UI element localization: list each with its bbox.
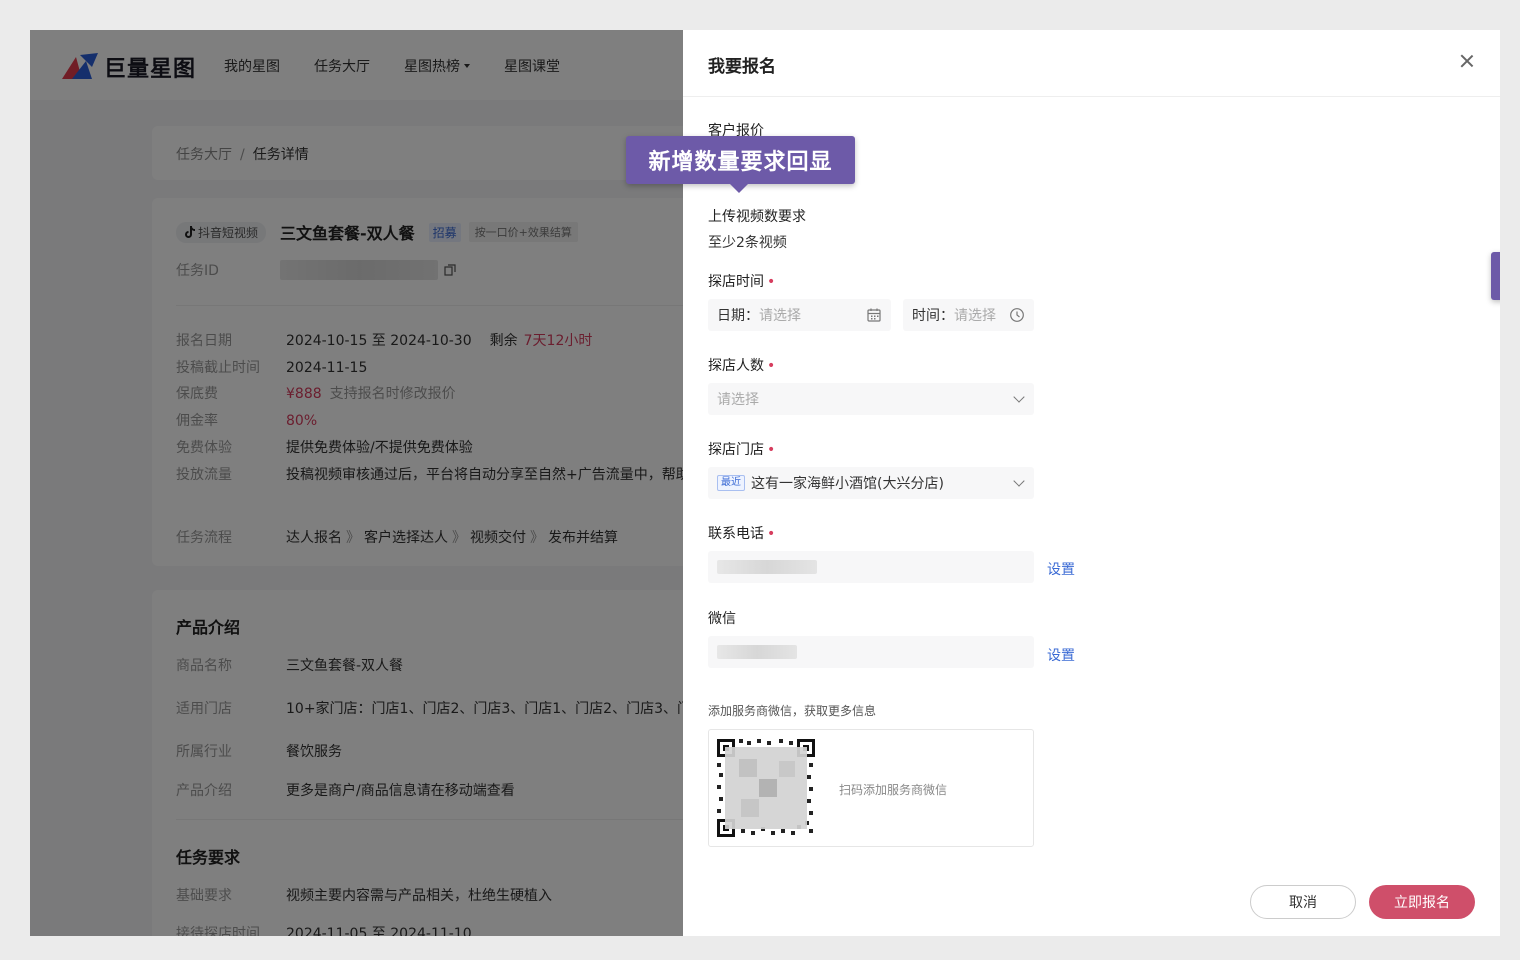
store-value: 这有一家海鲜小酒馆(大兴分店) [751, 476, 944, 492]
qr-code-icon [717, 739, 815, 837]
service-hint: 添加服务商微信，获取更多信息 [708, 704, 877, 718]
visit-time-label: 探店时间 • [708, 271, 775, 291]
submit-button[interactable]: 立即报名 [1369, 885, 1475, 919]
annotation-callout-side: 新 [1491, 252, 1500, 300]
phone-set-link[interactable]: 设置 [1047, 559, 1075, 579]
date-picker[interactable]: 日期： 请选择 [708, 299, 891, 331]
qr-caption: 扫码添加服务商微信 [839, 783, 948, 797]
required-mark: • [767, 442, 776, 458]
drawer-header: 我要报名 [683, 30, 1500, 97]
close-icon[interactable] [1460, 54, 1474, 68]
qr-card: 扫码添加服务商微信 [708, 729, 1034, 847]
chevron-down-icon [1013, 475, 1025, 487]
store-label-text: 探店门店 [708, 442, 764, 458]
required-mark: • [767, 358, 776, 374]
visitors-select[interactable]: 请选择 [708, 383, 1034, 415]
annotation-callout: 新增数量要求回显 [626, 136, 855, 193]
store-select[interactable]: 最近 这有一家海鲜小酒馆(大兴分店) [708, 467, 1034, 499]
wechat-set-link[interactable]: 设置 [1047, 645, 1075, 665]
visitors-placeholder: 请选择 [717, 392, 759, 408]
upload-count-label: 上传视频数要求 [708, 209, 806, 225]
date-placeholder: 请选择 [759, 308, 801, 324]
wechat-field[interactable] [708, 636, 1034, 668]
clock-icon [1010, 308, 1024, 322]
visit-time-label-text: 探店时间 [708, 274, 764, 290]
required-mark: • [767, 274, 776, 290]
date-prefix: 日期： [717, 308, 759, 324]
visitors-label: 探店人数 • [708, 355, 775, 375]
time-placeholder: 请选择 [954, 308, 996, 324]
phone-field[interactable] [708, 551, 1034, 583]
calendar-icon [867, 308, 881, 322]
cancel-button[interactable]: 取消 [1250, 885, 1356, 919]
upload-count-value: 至少2条视频 [708, 235, 787, 251]
visitors-label-text: 探店人数 [708, 358, 764, 374]
drawer-title: 我要报名 [708, 57, 776, 77]
chevron-down-icon [1013, 391, 1025, 403]
phone-value-redacted [717, 560, 817, 574]
time-picker[interactable]: 时间： 请选择 [903, 299, 1034, 331]
time-prefix: 时间： [912, 308, 954, 324]
required-mark: • [767, 526, 776, 542]
recent-tag: 最近 [717, 475, 745, 491]
app-frame: 巨量星图 我的星图 任务大厅 星图热榜 星图课堂 任务大厅/任务详情 抖音短视频… [30, 30, 1500, 936]
wechat-label: 微信 [708, 611, 736, 627]
wechat-value-redacted [717, 645, 797, 659]
phone-label: 联系电话 • [708, 523, 775, 543]
store-label: 探店门店 • [708, 439, 775, 459]
phone-label-text: 联系电话 [708, 526, 764, 542]
modal-overlay[interactable] [30, 30, 683, 936]
